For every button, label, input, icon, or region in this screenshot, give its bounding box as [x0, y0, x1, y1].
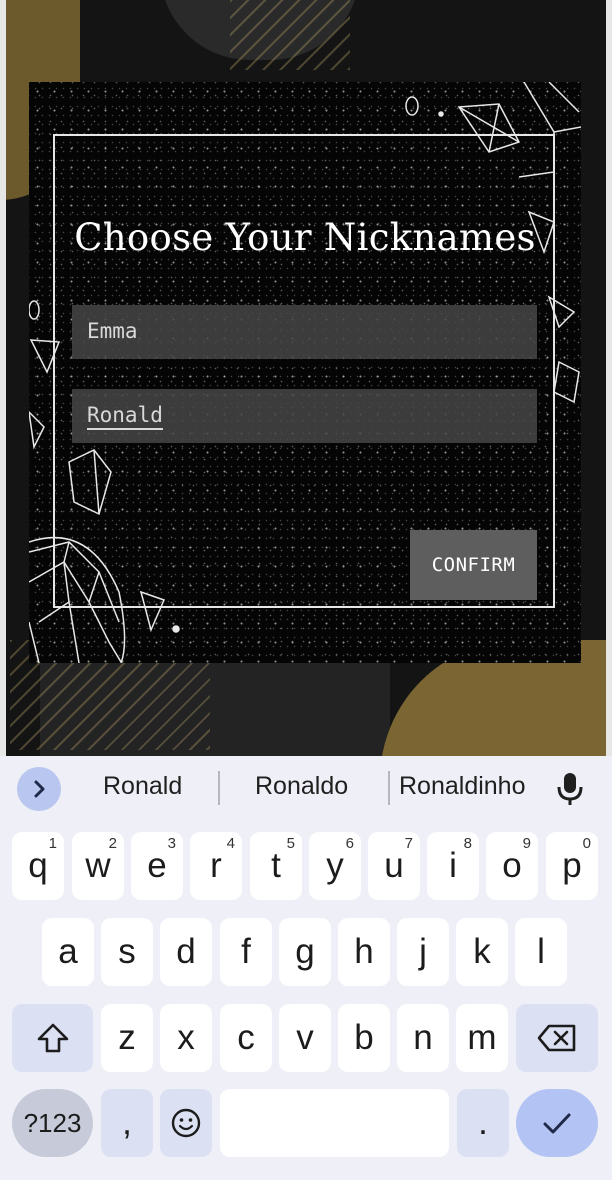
emoji-icon — [171, 1108, 201, 1138]
key-j[interactable]: j — [397, 918, 449, 986]
expand-toolbar-button[interactable] — [17, 767, 61, 811]
key-a[interactable]: a — [42, 918, 94, 986]
key-p[interactable]: p0 — [546, 832, 598, 900]
suggestion-divider — [388, 771, 390, 805]
suggestion-3[interactable]: Ronaldinho — [399, 772, 526, 801]
key-f[interactable]: f — [220, 918, 272, 986]
suggestion-1[interactable]: Ronald — [103, 772, 182, 801]
backspace-key[interactable] — [516, 1004, 598, 1072]
background-hatch — [230, 0, 350, 70]
chevron-right-icon — [34, 780, 45, 798]
key-e[interactable]: e3 — [131, 832, 183, 900]
dialog-title: Choose Your Nicknames — [74, 216, 536, 259]
suggestion-bar: Ronald Ronaldo Ronaldinho — [0, 756, 612, 822]
key-r[interactable]: r4 — [190, 832, 242, 900]
period-key[interactable]: . — [457, 1089, 509, 1157]
emoji-key[interactable] — [160, 1089, 212, 1157]
key-o[interactable]: o9 — [486, 832, 538, 900]
checkmark-icon — [543, 1113, 571, 1134]
key-k[interactable]: k — [456, 918, 508, 986]
suggestion-divider — [218, 771, 220, 805]
key-d[interactable]: d — [160, 918, 212, 986]
confirm-button[interactable]: CONFIRM — [410, 530, 537, 600]
player1-nickname-value: Emma — [87, 319, 138, 343]
space-key[interactable] — [220, 1089, 449, 1157]
key-u[interactable]: u7 — [368, 832, 420, 900]
key-n[interactable]: n — [397, 1004, 449, 1072]
backspace-icon — [537, 1024, 576, 1052]
key-z[interactable]: z — [101, 1004, 153, 1072]
background-edge — [606, 0, 612, 756]
player2-nickname-field[interactable]: Ronald — [72, 389, 537, 443]
nickname-dialog: Choose Your Nicknames Emma Ronald CONFIR… — [29, 82, 581, 663]
enter-key[interactable] — [516, 1089, 598, 1157]
mic-icon[interactable] — [556, 771, 584, 807]
key-b[interactable]: b — [338, 1004, 390, 1072]
soft-keyboard: Ronald Ronaldo Ronaldinho q1 w2 e3 r4 t5… — [0, 756, 612, 1180]
key-c[interactable]: c — [220, 1004, 272, 1072]
player2-nickname-value: Ronald — [87, 403, 163, 430]
shift-key[interactable] — [12, 1004, 93, 1072]
background-edge — [0, 0, 6, 756]
key-q[interactable]: q1 — [12, 832, 64, 900]
key-g[interactable]: g — [279, 918, 331, 986]
key-v[interactable]: v — [279, 1004, 331, 1072]
key-t[interactable]: t5 — [250, 832, 302, 900]
player1-nickname-field[interactable]: Emma — [72, 305, 537, 359]
key-l[interactable]: l — [515, 918, 567, 986]
key-w[interactable]: w2 — [72, 832, 124, 900]
key-i[interactable]: i8 — [427, 832, 479, 900]
key-h[interactable]: h — [338, 918, 390, 986]
symbols-key[interactable]: ?123 — [12, 1089, 93, 1157]
suggestion-2[interactable]: Ronaldo — [255, 772, 348, 801]
comma-key[interactable]: , — [101, 1089, 153, 1157]
key-m[interactable]: m — [456, 1004, 508, 1072]
shift-icon — [37, 1023, 68, 1053]
key-x[interactable]: x — [160, 1004, 212, 1072]
key-y[interactable]: y6 — [309, 832, 361, 900]
key-s[interactable]: s — [101, 918, 153, 986]
